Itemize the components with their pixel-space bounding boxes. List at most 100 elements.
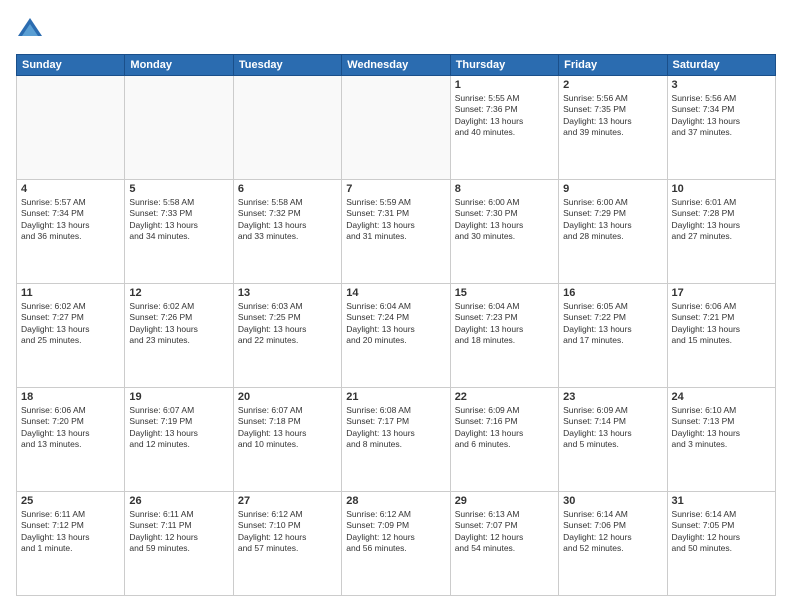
page: SundayMondayTuesdayWednesdayThursdayFrid… [0,0,792,612]
calendar-cell: 17 Sunrise: 6:06 AM Sunset: 7:21 PM Dayli… [667,284,775,388]
col-header-wednesday: Wednesday [342,55,450,76]
day-number: 16 [563,287,662,299]
day-number: 1 [455,79,554,91]
header [16,16,776,44]
day-number: 15 [455,287,554,299]
calendar-cell [17,76,125,180]
day-number: 21 [346,391,445,403]
day-number: 8 [455,183,554,195]
calendar-table: SundayMondayTuesdayWednesdayThursdayFrid… [16,54,776,596]
day-info: Sunrise: 6:07 AM Sunset: 7:19 PM Dayligh… [129,405,228,451]
day-number: 17 [672,287,771,299]
day-info: Sunrise: 5:56 AM Sunset: 7:34 PM Dayligh… [672,93,771,139]
day-info: Sunrise: 6:06 AM Sunset: 7:21 PM Dayligh… [672,301,771,347]
day-number: 6 [238,183,337,195]
calendar-cell: 14 Sunrise: 6:04 AM Sunset: 7:24 PM Dayli… [342,284,450,388]
day-number: 22 [455,391,554,403]
day-info: Sunrise: 6:03 AM Sunset: 7:25 PM Dayligh… [238,301,337,347]
calendar-cell: 7 Sunrise: 5:59 AM Sunset: 7:31 PM Daylig… [342,180,450,284]
week-row-0: 1 Sunrise: 5:55 AM Sunset: 7:36 PM Daylig… [17,76,776,180]
calendar-cell: 11Sunrise: 6:02 AM Sunset: 7:27 PM Dayli… [17,284,125,388]
day-info: Sunrise: 6:12 AM Sunset: 7:10 PM Dayligh… [238,509,337,555]
week-row-2: 11Sunrise: 6:02 AM Sunset: 7:27 PM Dayli… [17,284,776,388]
day-info: Sunrise: 6:06 AM Sunset: 7:20 PM Dayligh… [21,405,120,451]
day-info: Sunrise: 6:14 AM Sunset: 7:06 PM Dayligh… [563,509,662,555]
day-number: 26 [129,495,228,507]
logo [16,16,48,44]
day-info: Sunrise: 6:07 AM Sunset: 7:18 PM Dayligh… [238,405,337,451]
day-number: 24 [672,391,771,403]
day-info: Sunrise: 6:09 AM Sunset: 7:14 PM Dayligh… [563,405,662,451]
day-number: 7 [346,183,445,195]
day-info: Sunrise: 6:08 AM Sunset: 7:17 PM Dayligh… [346,405,445,451]
calendar-cell: 28 Sunrise: 6:12 AM Sunset: 7:09 PM Dayli… [342,492,450,596]
day-number: 2 [563,79,662,91]
day-number: 5 [129,183,228,195]
day-info: Sunrise: 6:00 AM Sunset: 7:29 PM Dayligh… [563,197,662,243]
calendar-cell: 22 Sunrise: 6:09 AM Sunset: 7:16 PM Dayli… [450,388,558,492]
week-row-1: 4 Sunrise: 5:57 AM Sunset: 7:34 PM Daylig… [17,180,776,284]
calendar-cell: 25 Sunrise: 6:11 AM Sunset: 7:12 PM Dayli… [17,492,125,596]
calendar-cell: 27Sunrise: 6:12 AM Sunset: 7:10 PM Dayli… [233,492,341,596]
day-number: 30 [563,495,662,507]
calendar-cell: 3 Sunrise: 5:56 AM Sunset: 7:34 PM Daylig… [667,76,775,180]
col-header-thursday: Thursday [450,55,558,76]
col-header-saturday: Saturday [667,55,775,76]
logo-icon [16,16,44,44]
calendar-cell [125,76,233,180]
day-info: Sunrise: 6:02 AM Sunset: 7:26 PM Dayligh… [129,301,228,347]
col-header-friday: Friday [559,55,667,76]
calendar-cell: 30 Sunrise: 6:14 AM Sunset: 7:06 PM Dayli… [559,492,667,596]
day-info: Sunrise: 6:05 AM Sunset: 7:22 PM Dayligh… [563,301,662,347]
day-info: Sunrise: 6:14 AM Sunset: 7:05 PM Dayligh… [672,509,771,555]
calendar-cell: 16 Sunrise: 6:05 AM Sunset: 7:22 PM Dayli… [559,284,667,388]
day-number: 28 [346,495,445,507]
day-number: 11 [21,287,120,299]
day-info: Sunrise: 6:11 AM Sunset: 7:11 PM Dayligh… [129,509,228,555]
calendar-cell: 5Sunrise: 5:58 AM Sunset: 7:33 PM Daylig… [125,180,233,284]
calendar-cell: 10 Sunrise: 6:01 AM Sunset: 7:28 PM Dayli… [667,180,775,284]
day-number: 20 [238,391,337,403]
day-number: 14 [346,287,445,299]
week-row-3: 18Sunrise: 6:06 AM Sunset: 7:20 PM Dayli… [17,388,776,492]
calendar-cell: 19 Sunrise: 6:07 AM Sunset: 7:19 PM Dayli… [125,388,233,492]
day-number: 4 [21,183,120,195]
day-number: 31 [672,495,771,507]
week-row-4: 25 Sunrise: 6:11 AM Sunset: 7:12 PM Dayli… [17,492,776,596]
day-info: Sunrise: 6:09 AM Sunset: 7:16 PM Dayligh… [455,405,554,451]
calendar-cell: 15 Sunrise: 6:04 AM Sunset: 7:23 PM Dayli… [450,284,558,388]
day-info: Sunrise: 6:00 AM Sunset: 7:30 PM Dayligh… [455,197,554,243]
day-info: Sunrise: 6:04 AM Sunset: 7:23 PM Dayligh… [455,301,554,347]
calendar-header-row: SundayMondayTuesdayWednesdayThursdayFrid… [17,55,776,76]
day-number: 9 [563,183,662,195]
day-info: Sunrise: 6:10 AM Sunset: 7:13 PM Dayligh… [672,405,771,451]
col-header-tuesday: Tuesday [233,55,341,76]
col-header-sunday: Sunday [17,55,125,76]
calendar-cell: 21 Sunrise: 6:08 AM Sunset: 7:17 PM Dayli… [342,388,450,492]
calendar-cell: 13 Sunrise: 6:03 AM Sunset: 7:25 PM Dayli… [233,284,341,388]
calendar-cell [342,76,450,180]
calendar-cell: 24 Sunrise: 6:10 AM Sunset: 7:13 PM Dayli… [667,388,775,492]
day-number: 13 [238,287,337,299]
calendar-cell: 8 Sunrise: 6:00 AM Sunset: 7:30 PM Daylig… [450,180,558,284]
calendar-cell: 29Sunrise: 6:13 AM Sunset: 7:07 PM Dayli… [450,492,558,596]
day-number: 12 [129,287,228,299]
calendar-cell [233,76,341,180]
calendar-cell: 26 Sunrise: 6:11 AM Sunset: 7:11 PM Dayli… [125,492,233,596]
day-number: 10 [672,183,771,195]
day-info: Sunrise: 6:01 AM Sunset: 7:28 PM Dayligh… [672,197,771,243]
day-number: 23 [563,391,662,403]
day-info: Sunrise: 5:59 AM Sunset: 7:31 PM Dayligh… [346,197,445,243]
day-number: 19 [129,391,228,403]
calendar-cell: 31 Sunrise: 6:14 AM Sunset: 7:05 PM Dayli… [667,492,775,596]
day-info: Sunrise: 6:12 AM Sunset: 7:09 PM Dayligh… [346,509,445,555]
day-info: Sunrise: 6:11 AM Sunset: 7:12 PM Dayligh… [21,509,120,555]
day-info: Sunrise: 5:56 AM Sunset: 7:35 PM Dayligh… [563,93,662,139]
day-number: 3 [672,79,771,91]
calendar-cell: 4 Sunrise: 5:57 AM Sunset: 7:34 PM Daylig… [17,180,125,284]
day-info: Sunrise: 5:57 AM Sunset: 7:34 PM Dayligh… [21,197,120,243]
day-info: Sunrise: 5:55 AM Sunset: 7:36 PM Dayligh… [455,93,554,139]
day-number: 25 [21,495,120,507]
day-info: Sunrise: 6:04 AM Sunset: 7:24 PM Dayligh… [346,301,445,347]
calendar-cell: 18Sunrise: 6:06 AM Sunset: 7:20 PM Dayli… [17,388,125,492]
